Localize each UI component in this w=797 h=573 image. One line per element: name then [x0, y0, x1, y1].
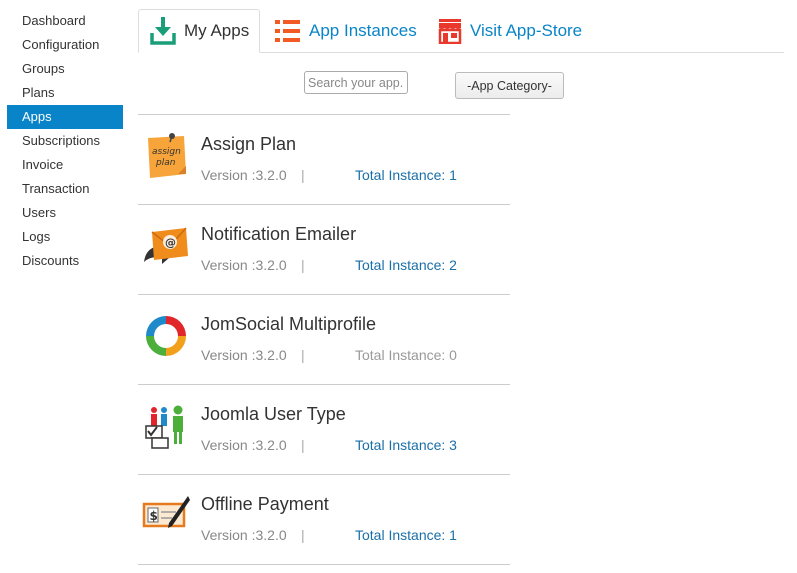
total-instance-link[interactable]: Total Instance: 1: [355, 527, 457, 543]
sidebar-item-configuration[interactable]: Configuration: [7, 33, 123, 57]
app-version: Version :3.2.0: [201, 257, 287, 273]
total-instance-link[interactable]: Total Instance: 0: [355, 347, 457, 363]
svg-text:plan: plan: [155, 158, 176, 168]
search-input[interactable]: [304, 71, 408, 94]
sidebar-item-discounts[interactable]: Discounts: [7, 249, 123, 273]
sidebar-item-logs[interactable]: Logs: [7, 225, 123, 249]
sidebar-item-users[interactable]: Users: [7, 201, 123, 225]
list-icon: [275, 20, 301, 42]
sidebar-nav: Dashboard Configuration Groups Plans App…: [7, 9, 123, 273]
sidebar-item-groups[interactable]: Groups: [7, 57, 123, 81]
separator: |: [301, 257, 305, 273]
tab-app-instances-label: App Instances: [309, 21, 417, 40]
app-list: assign plan Assign Plan Version :3.2.0 |…: [138, 114, 510, 565]
sidebar-item-apps[interactable]: Apps: [7, 105, 123, 129]
app-version: Version :3.2.0: [201, 347, 287, 363]
download-icon: [150, 16, 176, 46]
tab-my-apps[interactable]: My Apps: [138, 9, 260, 53]
sidebar-item-transaction[interactable]: Transaction: [7, 177, 123, 201]
separator: |: [301, 347, 305, 363]
app-name[interactable]: JomSocial Multiprofile: [201, 314, 376, 335]
separator: |: [301, 527, 305, 543]
app-name[interactable]: Notification Emailer: [201, 224, 356, 245]
cheque-pen-icon: $: [142, 492, 190, 540]
sidebar-item-invoice[interactable]: Invoice: [7, 153, 123, 177]
tab-my-apps-label: My Apps: [184, 21, 250, 40]
list-item[interactable]: JomSocial Multiprofile Version :3.2.0 | …: [138, 295, 510, 385]
user-types-icon: [142, 402, 190, 450]
list-item[interactable]: assign plan Assign Plan Version :3.2.0 |…: [138, 115, 510, 205]
list-item[interactable]: @ Notification Emailer Version :3.2.0 | …: [138, 205, 510, 295]
separator: |: [301, 167, 305, 183]
email-envelope-icon: @: [142, 222, 190, 270]
total-instance-link[interactable]: Total Instance: 1: [355, 167, 457, 183]
app-name[interactable]: Offline Payment: [201, 494, 329, 515]
list-item[interactable]: $ Offline Payment Version :3.2.0 | Total…: [138, 475, 510, 565]
total-instance-link[interactable]: Total Instance: 3: [355, 437, 457, 453]
app-category-select[interactable]: -App Category-: [455, 72, 564, 99]
store-icon: [438, 18, 462, 44]
app-name[interactable]: Joomla User Type: [201, 404, 346, 425]
jomsocial-swirl-icon: [142, 312, 190, 360]
total-instance-link[interactable]: Total Instance: 2: [355, 257, 457, 273]
list-item[interactable]: Joomla User Type Version :3.2.0 | Total …: [138, 385, 510, 475]
sidebar-item-dashboard[interactable]: Dashboard: [7, 9, 123, 33]
app-version: Version :3.2.0: [201, 437, 287, 453]
svg-text:assign: assign: [152, 147, 181, 157]
sidebar-item-subscriptions[interactable]: Subscriptions: [7, 129, 123, 153]
tab-visit-app-store[interactable]: Visit App-Store: [438, 9, 582, 53]
app-version: Version :3.2.0: [201, 527, 287, 543]
separator: |: [301, 437, 305, 453]
tab-visit-app-store-label: Visit App-Store: [470, 21, 583, 40]
app-tabs: My Apps App Instances Visit App-Store: [138, 9, 784, 53]
app-version: Version :3.2.0: [201, 167, 287, 183]
sticky-note-icon: assign plan: [142, 132, 190, 180]
tab-app-instances[interactable]: App Instances: [275, 9, 417, 53]
sidebar-item-plans[interactable]: Plans: [7, 81, 123, 105]
svg-text:$: $: [150, 509, 158, 523]
svg-text:@: @: [165, 236, 176, 249]
app-name[interactable]: Assign Plan: [201, 134, 296, 155]
